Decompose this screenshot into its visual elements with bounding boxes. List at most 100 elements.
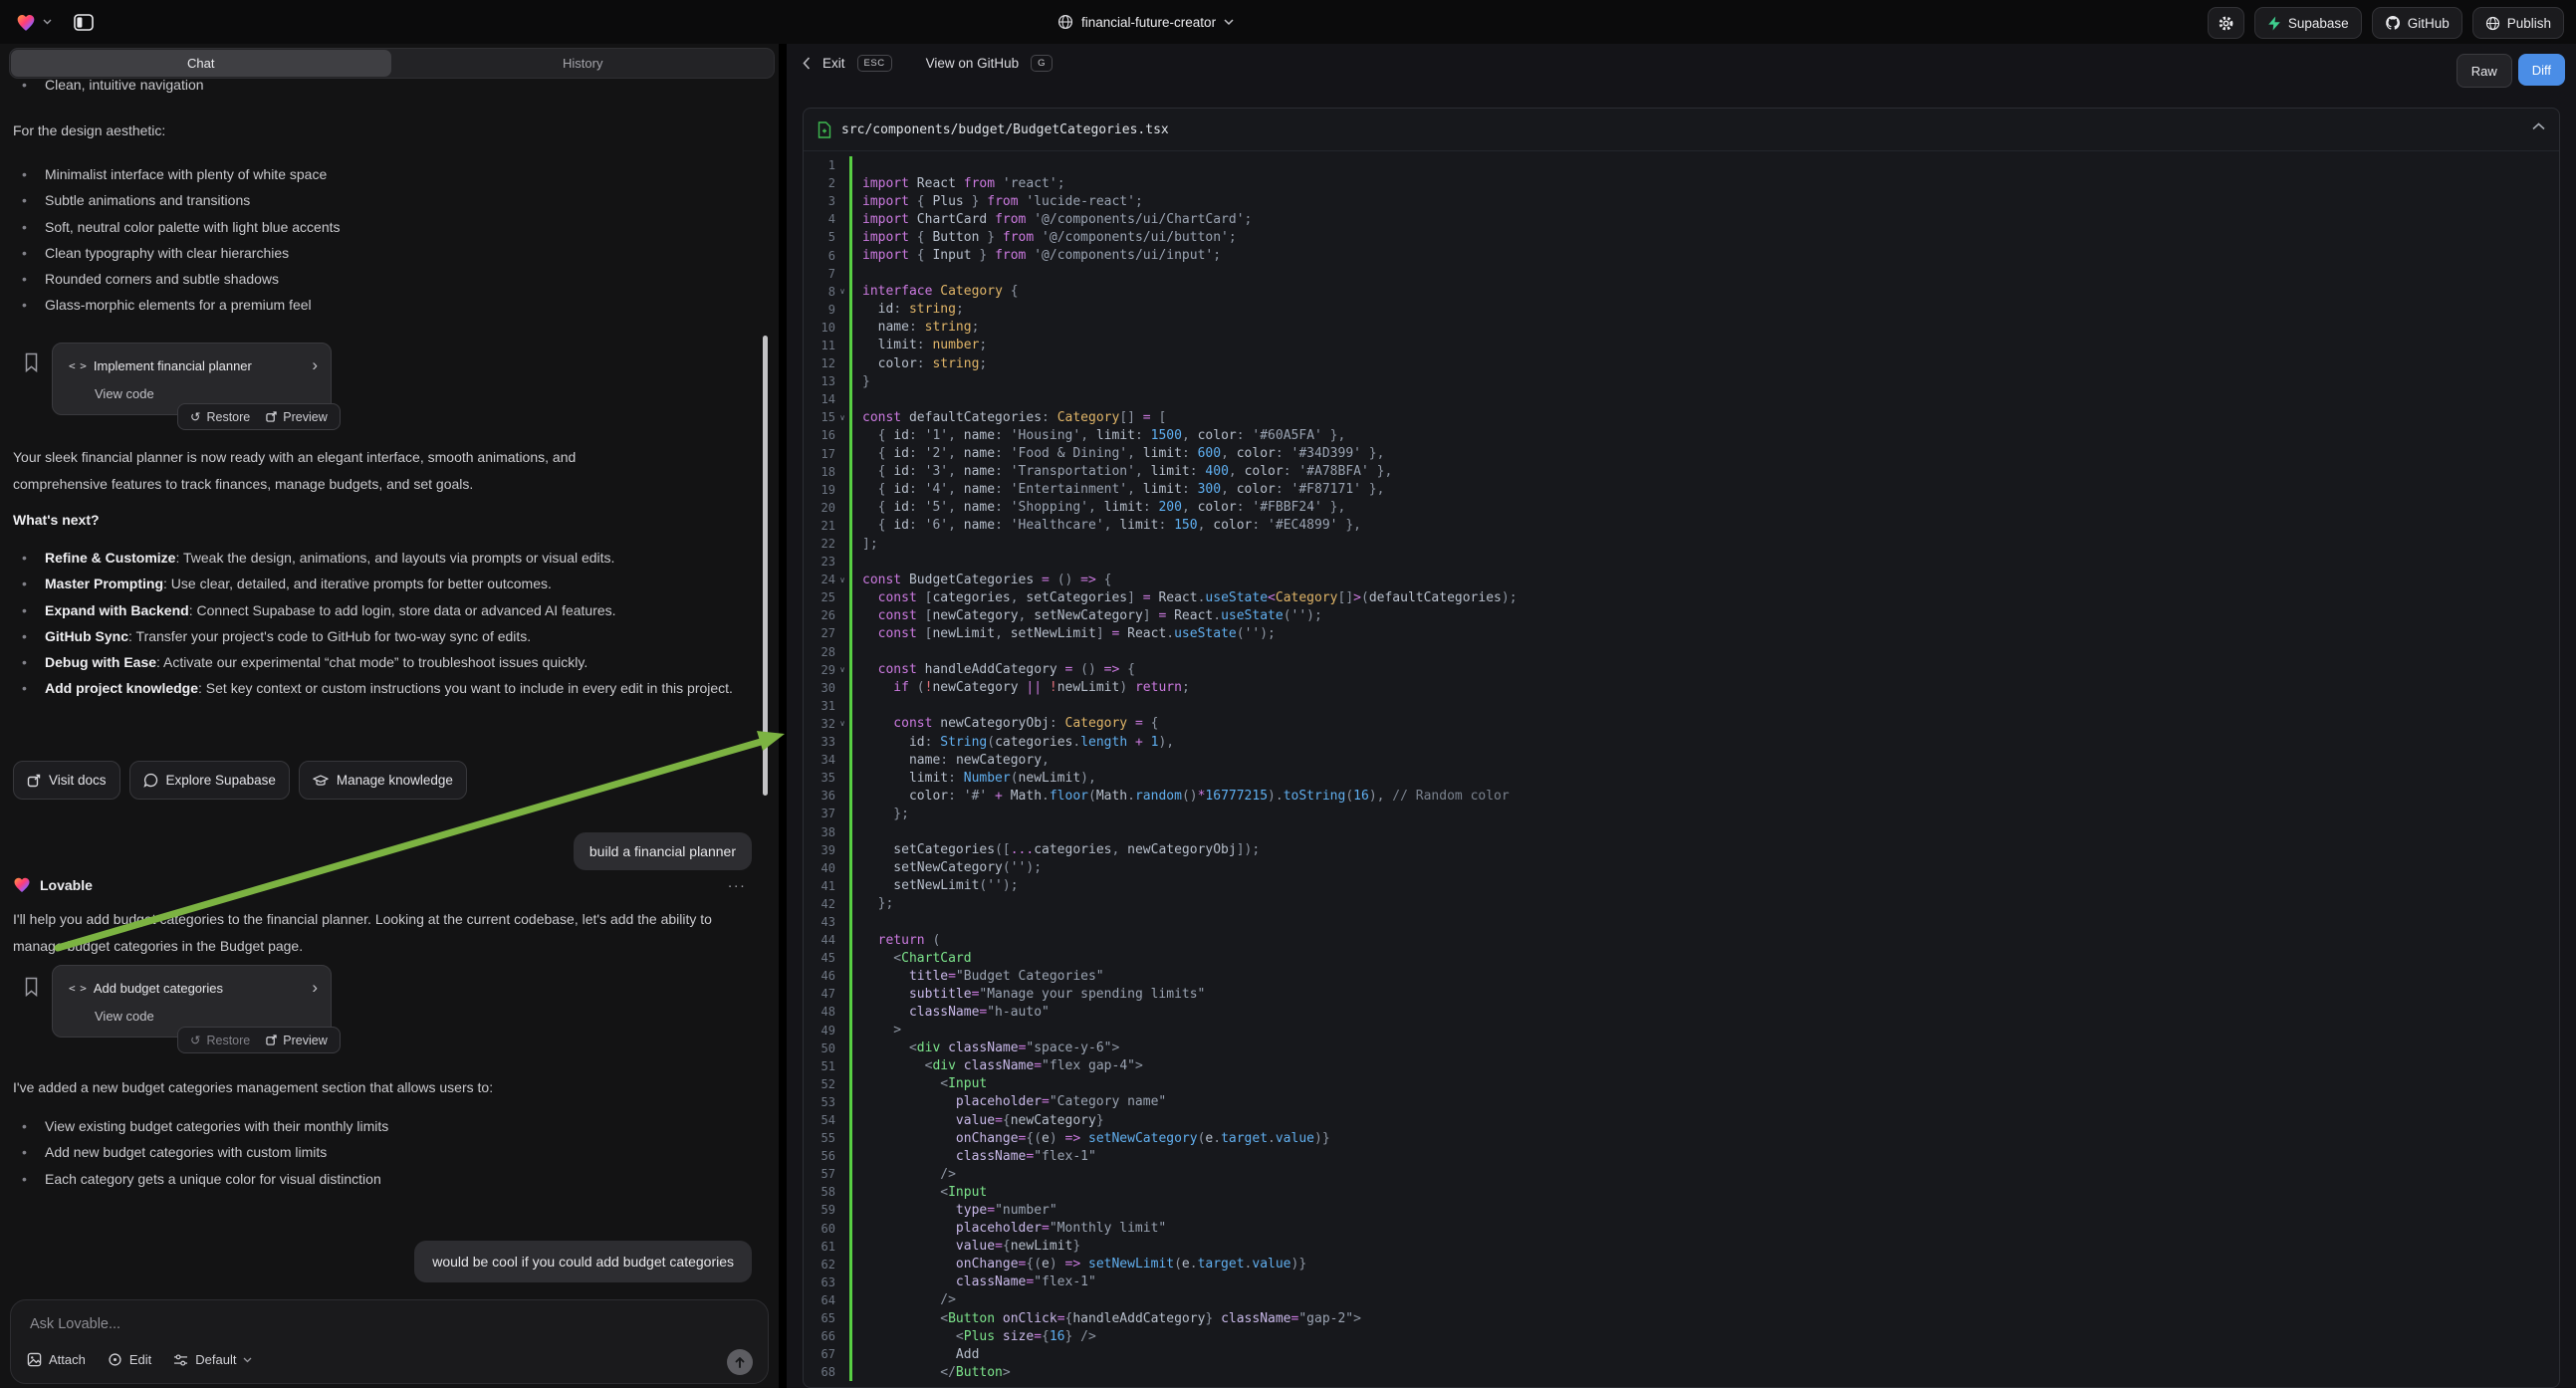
code-line: 1 xyxy=(804,156,2559,174)
bullet-dot: • xyxy=(22,675,27,701)
code-line: 53 placeholder="Category name" xyxy=(804,1093,2559,1111)
line-number: 54 xyxy=(804,1113,835,1127)
code-header-right: Raw Diff xyxy=(2457,54,2565,88)
code-text: }; xyxy=(852,807,909,821)
arrow-up-icon xyxy=(734,1356,746,1369)
supabase-button[interactable]: Supabase xyxy=(2254,7,2362,39)
bookmark-icon[interactable] xyxy=(24,352,39,372)
send-button[interactable] xyxy=(727,1349,753,1375)
chevron-left-icon[interactable] xyxy=(803,57,811,70)
line-number: 41 xyxy=(804,879,835,893)
bullet-dot: • xyxy=(22,240,27,266)
fold-icon[interactable]: ∨ xyxy=(835,413,849,422)
code-line: 58 <Input xyxy=(804,1183,2559,1201)
bullet-dot: • xyxy=(22,623,27,649)
preview-button[interactable]: Preview xyxy=(266,1034,327,1047)
code-line: 33 id: String(categories.length + 1), xyxy=(804,733,2559,751)
fold-icon[interactable]: ∨ xyxy=(835,287,849,296)
code-line: 63 className="flex-1" xyxy=(804,1273,2559,1291)
bullet-dot: • xyxy=(22,72,27,98)
line-number: 61 xyxy=(804,1240,835,1254)
github-button[interactable]: GitHub xyxy=(2372,7,2462,39)
project-switcher[interactable]: financial-future-creator xyxy=(1057,0,1234,44)
line-number: 68 xyxy=(804,1365,835,1379)
message-menu-ellipsis[interactable]: ... xyxy=(728,874,747,891)
code-line: 13} xyxy=(804,372,2559,390)
code-text: { id: '3', name: 'Transportation', limit… xyxy=(852,464,1392,479)
view-code-link[interactable]: View code xyxy=(95,1009,154,1024)
manage-knowledge-button[interactable]: Manage knowledge xyxy=(299,761,467,800)
line-number: 33 xyxy=(804,735,835,749)
gear-icon xyxy=(2218,15,2234,32)
added-line-gutter xyxy=(849,913,852,931)
code-icon: < > xyxy=(69,982,86,995)
code-text: { id: '2', name: 'Food & Dining', limit:… xyxy=(852,446,1384,461)
diff-toggle-button[interactable]: Diff xyxy=(2518,54,2565,86)
restore-button[interactable]: ↺ Restore xyxy=(190,409,250,424)
settings-button[interactable] xyxy=(2208,7,2244,39)
line-number: 15 xyxy=(804,410,835,424)
code-line: 60 placeholder="Monthly limit" xyxy=(804,1220,2559,1238)
sliders-icon xyxy=(173,1353,188,1367)
raw-toggle-button[interactable]: Raw xyxy=(2457,54,2512,88)
mode-selector[interactable]: Default xyxy=(173,1352,252,1367)
code-text: <div className="flex gap-4"> xyxy=(852,1058,1143,1073)
line-number: 29 xyxy=(804,663,835,677)
line-number: 16 xyxy=(804,428,835,442)
code-line: 16 { id: '1', name: 'Housing', limit: 15… xyxy=(804,426,2559,444)
code-editor[interactable]: 12import React from 'react';3import { Pl… xyxy=(804,151,2559,1387)
chevron-up-icon[interactable] xyxy=(2532,122,2545,130)
publish-button[interactable]: Publish xyxy=(2472,7,2564,39)
added-line-gutter xyxy=(849,822,852,840)
composer-input-placeholder[interactable]: Ask Lovable... xyxy=(30,1316,120,1332)
logo-chevron-down-icon[interactable] xyxy=(43,19,52,25)
line-number: 56 xyxy=(804,1149,835,1163)
lovable-logo-icon[interactable] xyxy=(16,13,36,32)
code-text: Add xyxy=(852,1347,979,1362)
sidebar-toggle-button[interactable] xyxy=(74,14,94,31)
line-number: 65 xyxy=(804,1311,835,1325)
code-text: return ( xyxy=(852,933,940,948)
code-text: name: string; xyxy=(852,320,979,335)
line-number: 6 xyxy=(804,249,835,263)
bullet-dot: • xyxy=(22,649,27,675)
code-text: { id: '4', name: 'Entertainment', limit:… xyxy=(852,482,1384,497)
composer[interactable]: Ask Lovable... Attach Edit Default xyxy=(10,1299,769,1384)
assistant-message-header: Lovable xyxy=(13,876,93,893)
code-line: 36 color: '#' + Math.floor(Math.random()… xyxy=(804,787,2559,805)
code-text: className="flex-1" xyxy=(852,1149,1096,1164)
code-text: import { Button } from '@/components/ui/… xyxy=(852,230,1237,245)
code-line: 29∨ const handleAddCategory = () => { xyxy=(804,661,2559,679)
fold-icon[interactable]: ∨ xyxy=(835,665,849,674)
exit-button[interactable]: Exit xyxy=(822,56,845,71)
line-number: 49 xyxy=(804,1024,835,1038)
fold-icon[interactable]: ∨ xyxy=(835,576,849,584)
code-line: 65 <Button onClick={handleAddCategory} c… xyxy=(804,1309,2559,1327)
assistant-paragraph: I'll help you add budget categories to t… xyxy=(13,906,762,960)
attach-button[interactable]: Attach xyxy=(27,1352,86,1367)
fold-icon[interactable]: ∨ xyxy=(835,719,849,728)
chevron-down-icon xyxy=(243,1357,252,1363)
bullet-dot: • xyxy=(22,597,27,623)
line-number: 1 xyxy=(804,158,835,172)
whats-next-list: •Refine & Customize: Tweak the design, a… xyxy=(13,545,762,702)
code-text: color: string; xyxy=(852,356,987,371)
line-number: 63 xyxy=(804,1275,835,1289)
chat-scrollbar-thumb[interactable] xyxy=(763,336,768,796)
line-number: 58 xyxy=(804,1185,835,1199)
edit-button[interactable]: Edit xyxy=(108,1352,151,1367)
view-on-github-button[interactable]: View on GitHub xyxy=(926,56,1020,71)
restore-button[interactable]: ↺ Restore xyxy=(190,1033,250,1047)
visit-docs-button[interactable]: Visit docs xyxy=(13,761,120,800)
preview-button[interactable]: Preview xyxy=(266,410,327,424)
list-item: •GitHub Sync: Transfer your project's co… xyxy=(13,623,762,649)
code-text: limit: Number(newLimit), xyxy=(852,771,1096,786)
code-line: 34 name: newCategory, xyxy=(804,751,2559,769)
code-line: 14 xyxy=(804,390,2559,408)
explore-supabase-button[interactable]: Explore Supabase xyxy=(129,761,290,800)
code-line: 11 limit: number; xyxy=(804,337,2559,354)
bookmark-icon[interactable] xyxy=(24,977,39,997)
file-header[interactable]: src/components/budget/BudgetCategories.t… xyxy=(804,109,2559,151)
line-number: 31 xyxy=(804,699,835,713)
view-code-link[interactable]: View code xyxy=(95,386,154,401)
